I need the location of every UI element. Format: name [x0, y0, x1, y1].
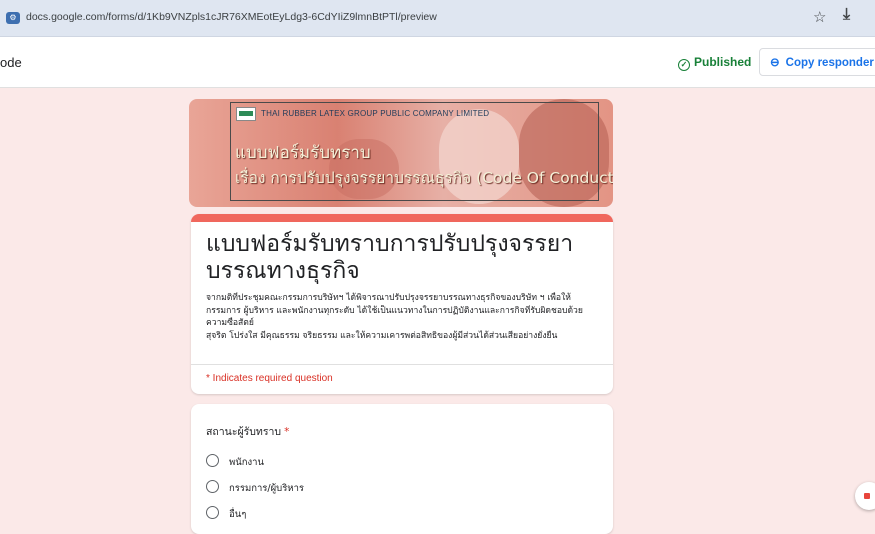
description-line: ความซื่อสัตย์ [206, 318, 254, 328]
option-label[interactable]: อื่นๆ [229, 507, 246, 522]
mode-label: ode [0, 55, 22, 70]
forms-header: ode ✓ Published ⊖ Copy responder link [0, 37, 875, 88]
site-settings-icon[interactable]: ⚙ [6, 12, 20, 24]
download-icon[interactable]: ⤓ [843, 6, 850, 24]
published-status[interactable]: ✓ Published [678, 55, 751, 71]
form-title: แบบฟอร์มรับทราบการปรับปรุงจรรยาบรรณทางธุ… [206, 231, 574, 284]
link-icon: ⊖ [770, 57, 780, 69]
description-line: กรรมการ ผู้บริหาร และพนักงานทุกระดับ ได้… [206, 305, 583, 316]
bookmark-star-icon[interactable]: ☆ [813, 8, 826, 26]
check-circle-icon: ✓ [678, 59, 690, 71]
banner-title-line2: เรื่อง การปรับปรุงจรรยาบรรณธุรกิจ (Code … [235, 169, 613, 187]
form-title-card: แบบฟอร์มรับทราบการปรับปรุงจรรยาบรรณทางธุ… [191, 214, 613, 394]
divider [191, 364, 613, 365]
question-card-status: สถานะผู้รับทราบ * พนักงาน กรรมการ/ผู้บริห… [191, 404, 613, 534]
google-apps-icon [864, 493, 870, 499]
published-label: Published [694, 55, 752, 69]
description-line: สุจริต โปร่งใส มีคุณธรรม จริยธรรม และให้… [206, 330, 558, 341]
copy-link-label: Copy responder link [785, 57, 875, 69]
company-name: THAI RUBBER LATEX GROUP PUBLIC COMPANY L… [261, 109, 490, 118]
required-note: * Indicates required question [206, 373, 333, 384]
question-title: สถานะผู้รับทราบ * [206, 423, 289, 440]
floating-action-button[interactable] [855, 482, 875, 510]
url-text[interactable]: docs.google.com/forms/d/1Kb9VNZpls1cJR76… [26, 11, 726, 23]
title-accent-bar [191, 214, 613, 222]
company-logo-icon [236, 107, 256, 121]
question-title-text: สถานะผู้รับทราบ [206, 426, 282, 438]
option-label[interactable]: พนักงาน [229, 455, 264, 470]
form-description: จากมติที่ประชุมคณะกรรมการบริษัทฯ ได้พิจา… [206, 292, 606, 342]
required-asterisk: * [284, 426, 290, 438]
description-line: จากมติที่ประชุมคณะกรรมการบริษัทฯ ได้พิจา… [206, 293, 571, 303]
radio-button[interactable] [206, 480, 219, 493]
banner-title-line1: แบบฟอร์มรับทราบ [235, 143, 371, 163]
copy-responder-link-button[interactable]: ⊖ Copy responder link [759, 48, 875, 76]
option-label[interactable]: กรรมการ/ผู้บริหาร [229, 481, 304, 496]
radio-button[interactable] [206, 454, 219, 467]
form-header-banner: THAI RUBBER LATEX GROUP PUBLIC COMPANY L… [189, 99, 613, 207]
radio-button[interactable] [206, 506, 219, 519]
browser-address-bar: ⚙ docs.google.com/forms/d/1Kb9VNZpls1cJR… [0, 0, 875, 37]
